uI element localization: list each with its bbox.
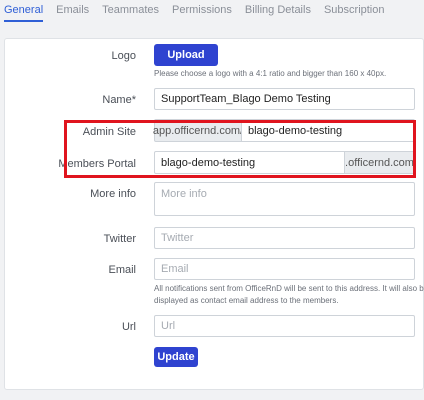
email-help-line-2: displayed as contact email address to th… [154, 296, 339, 305]
twitter-label: Twitter [103, 233, 136, 245]
tab-general[interactable]: General [4, 0, 44, 22]
email-input[interactable]: Email [154, 258, 415, 280]
tab-permissions[interactable]: Permissions [172, 0, 232, 22]
name-label: Name* [102, 94, 136, 106]
more-info-label: More info [90, 188, 136, 200]
update-button[interactable]: Update [154, 347, 198, 367]
name-input[interactable]: SupportTeam_Blago Demo Testing [154, 88, 415, 110]
tab-teammates[interactable]: Teammates [102, 0, 159, 22]
upload-button[interactable]: Upload [154, 44, 218, 66]
twitter-input[interactable]: Twitter [154, 227, 415, 249]
more-info-textarea[interactable]: More info [154, 182, 415, 216]
url-input[interactable]: Url [154, 315, 415, 337]
logo-label: Logo [111, 50, 136, 62]
tab-emails[interactable]: Emails [56, 0, 89, 22]
email-label: Email [108, 264, 136, 276]
email-help-line-1: All notifications sent from OfficeRnD wi… [154, 284, 424, 293]
tab-billing-details[interactable]: Billing Details [245, 0, 311, 22]
logo-help-text: Please choose a logo with a 4:1 ratio an… [154, 69, 387, 78]
highlight-box [64, 120, 416, 178]
settings-tabs: General Emails Teammates Permissions Bil… [0, 0, 424, 22]
url-label: Url [121, 321, 136, 333]
tab-subscription[interactable]: Subscription [324, 0, 385, 22]
